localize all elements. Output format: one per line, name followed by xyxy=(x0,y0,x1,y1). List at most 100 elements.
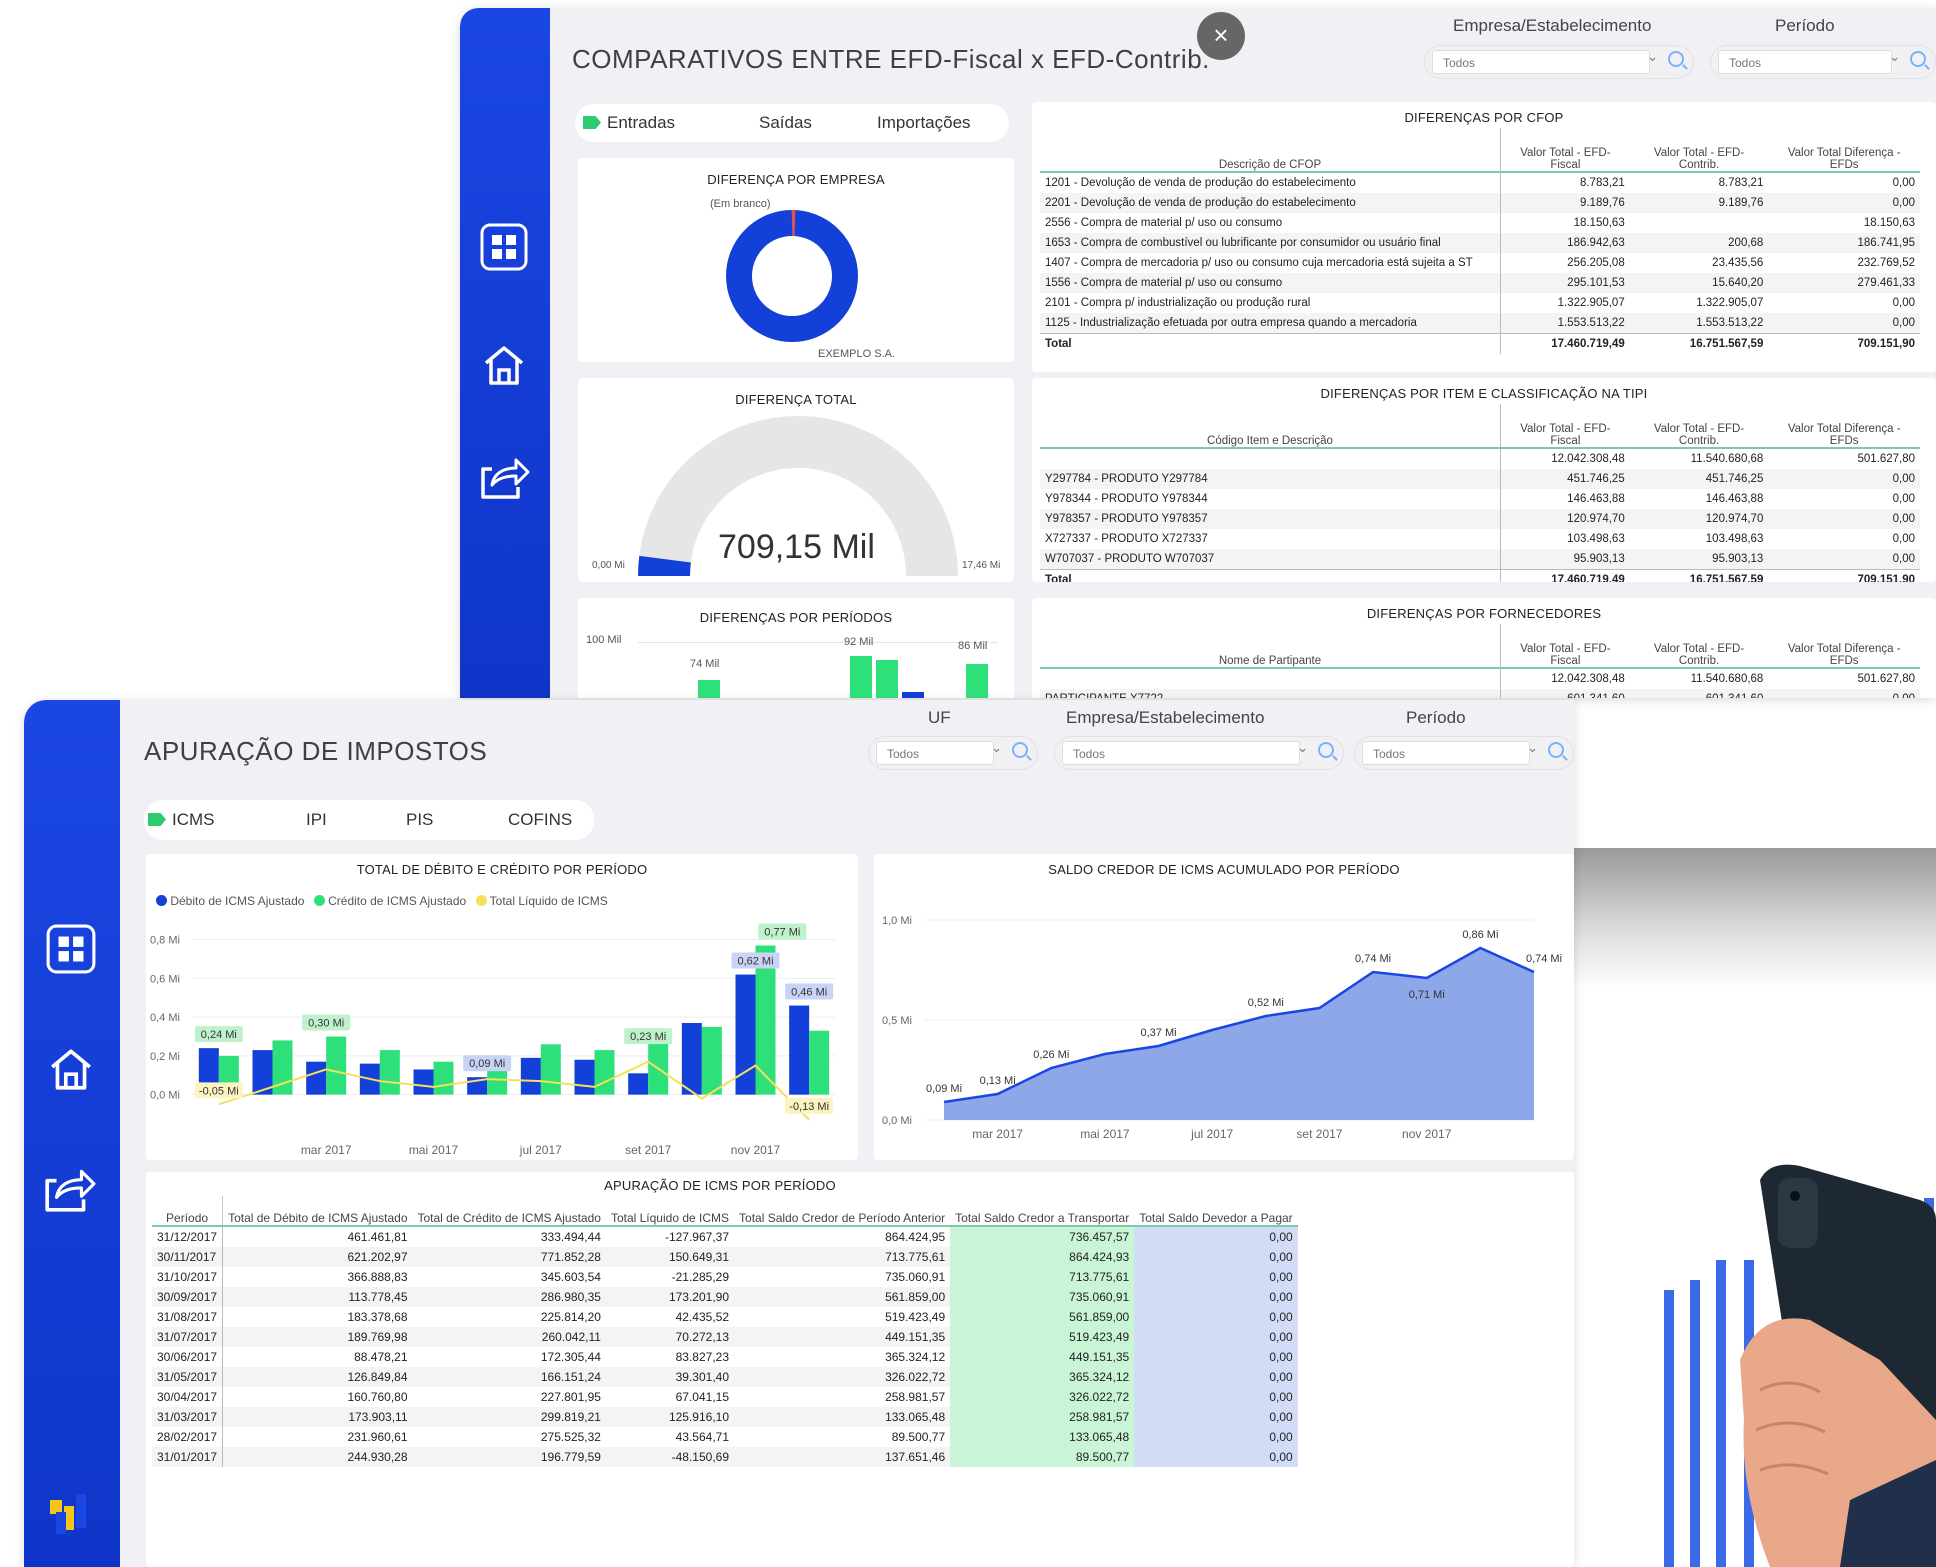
tab-importacoes[interactable]: Importações xyxy=(877,113,971,133)
column-header[interactable]: Valor Total Diferença - EFDs xyxy=(1768,404,1920,448)
column-header[interactable]: Total Líquido de ICMS xyxy=(606,1196,734,1226)
saldo-credor-chart[interactable]: 0,0 Mi 0,5 Mi 1,0 Mi mar 2017 mai 2017 jul 20… xyxy=(874,884,1574,1160)
legend-liquido[interactable]: Total Líquido de ICMS xyxy=(490,894,608,908)
column-header[interactable]: Valor Total - EFD-Fiscal xyxy=(1499,624,1630,668)
table-row[interactable]: 31/07/2017 189.769,98 260.042,11 70.272,13 4… xyxy=(152,1327,1298,1347)
filter-periodo-select[interactable]: Todos xyxy=(1718,50,1892,74)
table-row[interactable]: Y978344 - PRODUTO Y978344 146.463,88 146.4… xyxy=(1040,489,1920,509)
bar[interactable] xyxy=(876,660,898,698)
search-icon[interactable] xyxy=(1548,742,1564,758)
table-row[interactable]: 31/05/2017 126.849,84 166.151,24 39.301,40 3… xyxy=(152,1367,1298,1387)
table-row[interactable]: 30/09/2017 113.778,45 286.980,35 173.201,90… xyxy=(152,1287,1298,1307)
search-icon[interactable] xyxy=(1668,51,1684,67)
bar[interactable] xyxy=(902,692,924,698)
column-header[interactable]: Total Saldo Credor de Período Anterior xyxy=(734,1196,950,1226)
tab-saidas[interactable]: Saídas xyxy=(759,113,812,133)
filter-periodo[interactable]: Todos ⌄ xyxy=(1710,45,1936,79)
table-row[interactable]: 30/06/2017 88.478,21 172.305,44 83.827,23 36… xyxy=(152,1347,1298,1367)
bar-credito[interactable] xyxy=(701,1026,722,1095)
table-row[interactable]: X727337 - PRODUTO X727337 103.498,63 103.4… xyxy=(1040,529,1920,549)
filter-periodo[interactable]: Todos ⌄ xyxy=(1354,736,1574,770)
table-row[interactable]: 12.042.308,48 11.540.680,68 501.627,80 xyxy=(1040,448,1920,469)
table-row[interactable]: 31/12/2017 461.461,81 333.494,44 -127.967,3… xyxy=(152,1226,1298,1247)
table-row[interactable]: 30/11/2017 621.202,97 771.852,28 150.649,31… xyxy=(152,1247,1298,1267)
filter-uf-select[interactable]: Todos xyxy=(876,741,994,765)
column-header[interactable]: Código Item e Descrição xyxy=(1040,404,1501,448)
filter-empresa-select[interactable]: Todos xyxy=(1062,741,1300,765)
legend-debito[interactable]: Débito de ICMS Ajustado xyxy=(170,894,304,908)
column-header[interactable]: Descrição de CFOP xyxy=(1040,128,1501,172)
table-row[interactable]: 31/03/2017 173.903,11 299.819,21 125.916,10… xyxy=(152,1407,1298,1427)
column-header[interactable]: Valor Total - EFD-Contrib. xyxy=(1630,404,1769,448)
dashboard-icon[interactable] xyxy=(477,220,531,274)
table-row[interactable]: 2201 - Devolução de venda de produção do… xyxy=(1040,193,1920,213)
filter-uf[interactable]: Todos ⌄ xyxy=(868,736,1038,770)
table-row[interactable]: Y297784 - PRODUTO Y297784 451.746,25 451.7… xyxy=(1040,469,1920,489)
bar-debito[interactable] xyxy=(789,1005,810,1095)
table-row[interactable]: 31/08/2017 183.378,68 225.814,20 42.435,52 5… xyxy=(152,1307,1298,1327)
bar-credito[interactable] xyxy=(433,1061,454,1095)
home-icon[interactable] xyxy=(44,1042,98,1096)
bar-credito[interactable] xyxy=(594,1050,615,1095)
close-icon[interactable]: × xyxy=(1197,12,1245,60)
tab-entradas[interactable]: Entradas xyxy=(607,113,675,133)
bar-debito[interactable] xyxy=(306,1061,327,1095)
search-icon[interactable] xyxy=(1012,742,1028,758)
column-header-periodo[interactable]: Período xyxy=(152,1196,223,1226)
bar-credito[interactable] xyxy=(379,1050,400,1095)
donut-chart[interactable] xyxy=(722,206,862,346)
table-row[interactable]: W707037 - PRODUTO W707037 95.903,13 95.903… xyxy=(1040,549,1920,570)
filter-periodo-select[interactable]: Todos xyxy=(1362,741,1530,765)
column-header[interactable]: Valor Total - EFD-Fiscal xyxy=(1499,404,1630,448)
share-icon[interactable] xyxy=(477,450,531,504)
column-header[interactable]: Valor Total Diferença - EFDs xyxy=(1768,128,1920,172)
bar-debito[interactable] xyxy=(628,1073,649,1095)
column-header[interactable]: Valor Total - EFD-Contrib. xyxy=(1630,624,1769,668)
column-header[interactable]: Valor Total - EFD-Contrib. xyxy=(1630,128,1769,172)
bar-credito[interactable] xyxy=(540,1044,561,1095)
table-row[interactable]: 1556 - Compra de material p/ uso ou cons… xyxy=(1040,273,1920,293)
table-row[interactable]: 31/01/2017 244.930,28 196.779,59 -48.150,69… xyxy=(152,1447,1298,1467)
column-header[interactable]: Valor Total - EFD-Fiscal xyxy=(1499,128,1630,172)
filter-empresa[interactable]: Todos ⌄ xyxy=(1054,736,1344,770)
debito-credito-chart[interactable]: 0,0 Mi 0,2 Mi 0,4 Mi 0,6 Mi 0,8 Mi mar 2017 ma… xyxy=(146,914,858,1160)
bar-debito[interactable] xyxy=(681,1022,702,1095)
tab-pis[interactable]: PIS xyxy=(406,810,433,830)
table-row[interactable]: 31/10/2017 366.888,83 345.603,54 -21.285,29… xyxy=(152,1267,1298,1287)
bar[interactable] xyxy=(698,680,720,698)
tab-cofins[interactable]: COFINS xyxy=(508,810,572,830)
bar[interactable] xyxy=(850,656,872,698)
column-header[interactable]: Total de Crédito de ICMS Ajustado xyxy=(413,1196,606,1226)
bar-credito[interactable] xyxy=(326,1036,347,1095)
tab-icms[interactable]: ICMS xyxy=(172,810,215,830)
table-row[interactable]: 30/04/2017 160.760,80 227.801,95 67.041,15 2… xyxy=(152,1387,1298,1407)
column-header[interactable]: Nome de Partipante xyxy=(1040,624,1501,668)
filter-empresa-select[interactable]: Todos xyxy=(1432,50,1650,74)
dashboard-icon[interactable] xyxy=(44,922,98,976)
legend-credito[interactable]: Crédito de ICMS Ajustado xyxy=(328,894,466,908)
bar-credito[interactable] xyxy=(648,1038,669,1095)
table-row[interactable]: 1125 - Industrialização efetuada por out… xyxy=(1040,313,1920,334)
bar[interactable] xyxy=(966,664,988,698)
table-row[interactable]: 2556 - Compra de material p/ uso ou cons… xyxy=(1040,213,1920,233)
column-header[interactable]: Total Saldo Credor a Transportar xyxy=(950,1196,1134,1226)
column-header[interactable]: Valor Total Diferença - EFDs xyxy=(1768,624,1920,668)
search-icon[interactable] xyxy=(1910,51,1926,67)
share-icon[interactable] xyxy=(42,1162,96,1216)
bar-debito[interactable] xyxy=(520,1057,541,1095)
bar-debito[interactable] xyxy=(413,1069,434,1095)
bar-credito[interactable] xyxy=(809,1030,830,1095)
table-row[interactable]: 1407 - Compra de mercadoria p/ uso ou co… xyxy=(1040,253,1920,273)
table-row[interactable]: 1201 - Devolução de venda de produção do… xyxy=(1040,172,1920,193)
bar-debito[interactable] xyxy=(574,1059,595,1095)
column-header[interactable]: Total Saldo Devedor a Pagar xyxy=(1134,1196,1297,1226)
table-row[interactable]: 12.042.308,48 11.540.680,68 501.627,80 xyxy=(1040,668,1920,689)
home-icon[interactable] xyxy=(477,338,531,392)
column-header[interactable]: Total de Débito de ICMS Ajustado xyxy=(222,1196,413,1226)
table-row[interactable]: Y978357 - PRODUTO Y978357 120.974,70 120.9… xyxy=(1040,509,1920,529)
table-row[interactable]: 1653 - Compra de combustível ou lubrific… xyxy=(1040,233,1920,253)
table-row[interactable]: 2101 - Compra p/ industrialização ou pro… xyxy=(1040,293,1920,313)
tab-ipi[interactable]: IPI xyxy=(306,810,327,830)
table-row[interactable]: PARTICIPANTE X7722601.341,60601.341,600,… xyxy=(1040,689,1920,698)
table-row[interactable]: 28/02/2017 231.960,61 275.525,32 43.564,71 8… xyxy=(152,1427,1298,1447)
